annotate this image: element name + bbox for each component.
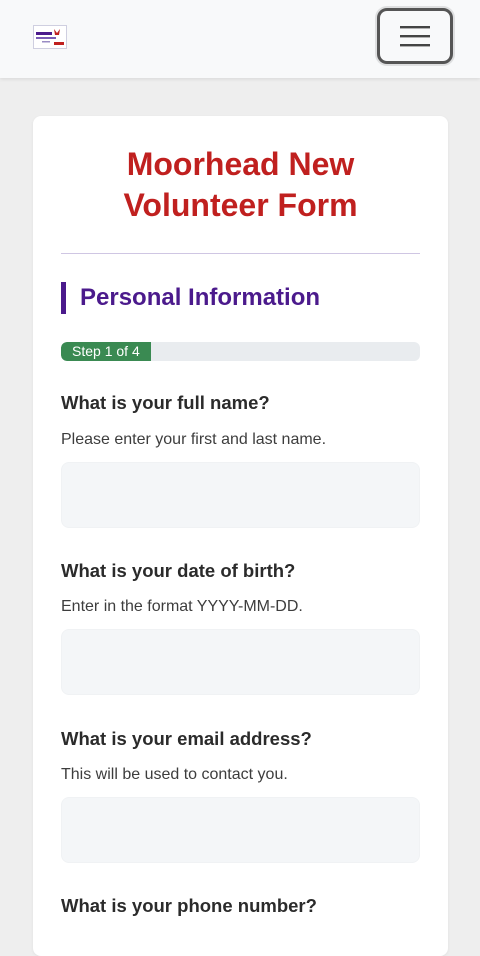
form-card: Moorhead New Volunteer Form Personal Inf… <box>33 116 448 956</box>
title-divider <box>61 253 420 254</box>
menu-toggle-button[interactable] <box>377 8 453 64</box>
email-help: This will be used to contact you. <box>61 766 288 783</box>
email-input[interactable] <box>61 797 420 863</box>
top-navbar <box>0 0 480 78</box>
phone-label: What is your phone number? <box>61 895 317 916</box>
section-heading: Personal Information <box>61 282 320 314</box>
progress-bar: Step 1 of 4 <box>61 342 420 361</box>
full-name-help: Please enter your first and last name. <box>61 431 327 448</box>
progress-fill: Step 1 of 4 <box>61 342 151 361</box>
dob-input[interactable] <box>61 629 420 695</box>
dob-label: What is your date of birth? <box>61 560 296 581</box>
form-title: Moorhead New Volunteer Form <box>33 144 448 226</box>
full-name-input[interactable] <box>61 462 420 528</box>
dob-help: Enter in the format YYYY-MM-DD. <box>61 598 303 615</box>
site-logo[interactable] <box>33 25 67 49</box>
email-label: What is your email address? <box>61 728 312 749</box>
hamburger-icon <box>400 26 430 47</box>
full-name-label: What is your full name? <box>61 392 270 413</box>
form-title-line-2: Volunteer Form <box>123 187 358 223</box>
form-title-line-1: Moorhead New <box>126 146 355 182</box>
